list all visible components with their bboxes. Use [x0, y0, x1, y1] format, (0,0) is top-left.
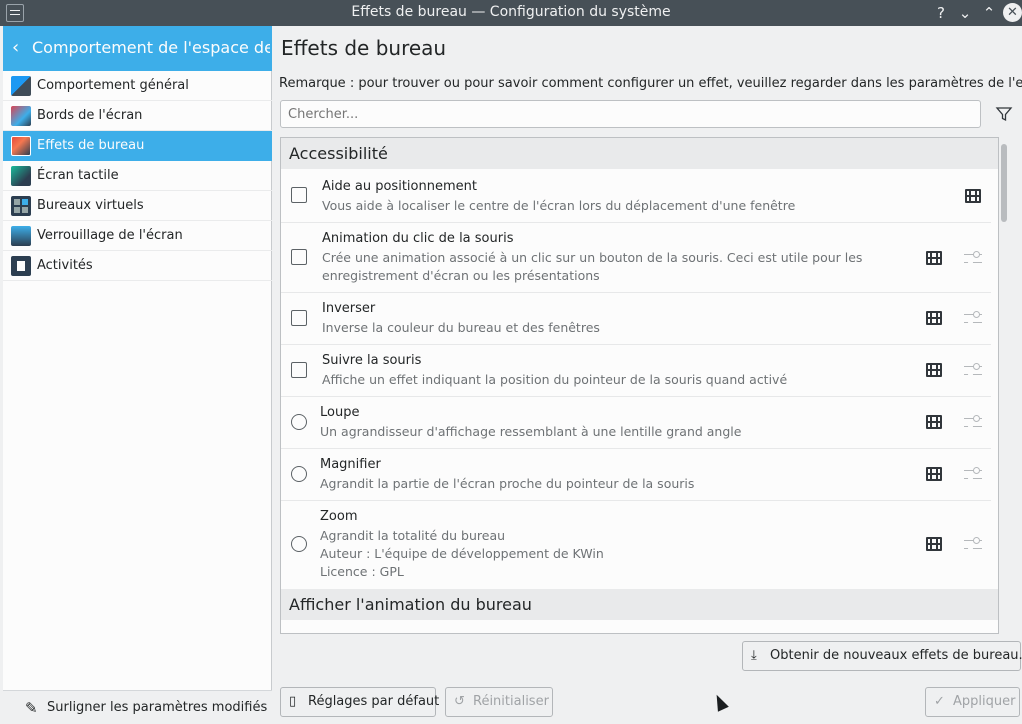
effect-name: Magnifier [320, 457, 381, 472]
effect-row-mouse-click-animation: Animation du clic de la souris Crée une … [281, 223, 991, 293]
sidebar-item-label: Bords de l'écran [37, 108, 143, 123]
chevron-left-icon[interactable]: ‹ [12, 37, 19, 58]
sidebar-item-label: Activités [37, 258, 93, 273]
configure-sliders-icon[interactable] [964, 536, 982, 552]
sidebar-item-screen-lock[interactable]: Verrouillage de l'écran [3, 221, 272, 251]
sidebar-item-label: Comportement général [37, 78, 189, 93]
effect-description: Affiche un effet indiquant la position d… [322, 372, 788, 387]
undo-icon: ↺ [454, 694, 465, 709]
effect-description: Un agrandisseur d'affichage ressemblant … [320, 424, 742, 439]
effect-row-track-mouse: Suivre la souris Affiche un effet indiqu… [281, 345, 991, 397]
effect-description: Crée une animation associé à un clic sur… [322, 250, 863, 283]
button-label: Obtenir de nouveaux effets de bureau... [770, 648, 1022, 663]
effect-radio[interactable] [291, 466, 307, 482]
effect-checkbox[interactable] [291, 187, 307, 203]
configure-sliders-icon[interactable] [964, 466, 982, 482]
section-header-desktop-animation: Afficher l'animation du bureau [281, 589, 998, 620]
document-icon: ▯ [289, 694, 297, 709]
sidebar-item-activities[interactable]: Activités [3, 251, 272, 281]
button-label: Réinitialiser [473, 694, 549, 709]
touch-screen-icon [11, 166, 31, 186]
effect-radio[interactable] [291, 536, 307, 552]
film-icon[interactable] [926, 537, 942, 551]
desktop-effects-icon [11, 136, 31, 156]
film-icon[interactable] [926, 311, 942, 325]
help-button[interactable]: ? [931, 3, 951, 23]
film-icon[interactable] [926, 251, 942, 265]
effect-checkbox[interactable] [291, 362, 307, 378]
reset-button[interactable]: ↺ Réinitialiser [445, 687, 553, 717]
highlight-changed-settings-button[interactable]: ✎ Surligner les paramètres modifiés [3, 690, 272, 724]
effect-checkbox[interactable] [291, 249, 307, 265]
filter-icon[interactable] [995, 105, 1013, 123]
title-bar: Effets de bureau — Configuration du syst… [0, 0, 1022, 26]
sidebar-item-virtual-desktops[interactable]: Bureaux virtuels [3, 191, 272, 221]
effect-name: Inverser [322, 301, 376, 316]
sidebar-header[interactable]: ‹ Comportement de l'espace de... [3, 26, 272, 71]
scrollbar-thumb[interactable] [1001, 144, 1007, 222]
effect-description: Vous aide à localiser le centre de l'écr… [322, 198, 796, 213]
section-title: Afficher l'animation du bureau [289, 595, 532, 614]
effect-row-positioning-aid: Aide au positionnement Vous aide à local… [281, 171, 991, 223]
effect-description: Inverse la couleur du bureau et des fenê… [322, 320, 600, 335]
effect-row-invert: Inverser Inverse la couleur du bureau et… [281, 293, 991, 345]
screen-edges-icon [11, 106, 31, 126]
sidebar-item-screen-edges[interactable]: Bords de l'écran [3, 101, 272, 131]
section-header-accessibility: Accessibilité [281, 138, 998, 169]
sidebar-list: Comportement général Bords de l'écran Ef… [3, 71, 272, 281]
checkmark-icon: ✓ [934, 694, 945, 709]
highlight-changed-settings-label: Surligner les paramètres modifiés [47, 700, 268, 715]
button-label: Appliquer [953, 694, 1016, 709]
configure-sliders-icon[interactable] [964, 414, 982, 430]
effect-checkbox[interactable] [291, 310, 307, 326]
download-icon: ⤓ [751, 648, 757, 663]
activities-icon [11, 256, 31, 276]
main-panel: Effets de bureau Remarque : pour trouver… [273, 26, 1022, 724]
maximize-button[interactable]: ⌃ [979, 3, 999, 23]
apply-button[interactable]: ✓ Appliquer [925, 687, 1020, 717]
configure-sliders-icon[interactable] [964, 250, 982, 266]
pencil-icon: ✎ [25, 699, 38, 717]
effect-name: Loupe [320, 405, 360, 420]
search-input[interactable] [280, 100, 981, 128]
film-icon[interactable] [926, 363, 942, 377]
page-title: Effets de bureau [281, 36, 447, 60]
effect-row-magnifying-lens: Loupe Un agrandisseur d'affichage ressem… [281, 397, 991, 449]
virtual-desktops-icon [11, 196, 31, 216]
sidebar-item-desktop-effects[interactable]: Effets de bureau [3, 131, 272, 161]
effect-description: Agrandit la partie de l'écran proche du … [320, 476, 695, 491]
effect-radio[interactable] [291, 414, 307, 430]
screen-lock-icon [11, 226, 31, 246]
sidebar-item-label: Bureaux virtuels [37, 198, 144, 213]
sidebar-header-title: Comportement de l'espace de... [32, 38, 270, 57]
general-behavior-icon [11, 76, 31, 96]
configure-sliders-icon[interactable] [964, 362, 982, 378]
sidebar-item-label: Verrouillage de l'écran [37, 228, 183, 243]
close-button[interactable]: ✕ [1003, 3, 1022, 22]
effects-list[interactable]: Accessibilité Aide au positionnement Vou… [280, 137, 999, 634]
effect-description: Agrandit la totalité du bureau Auteur : … [320, 528, 604, 579]
defaults-button[interactable]: ▯ Réglages par défaut [280, 687, 440, 717]
button-label: Réglages par défaut [308, 694, 440, 709]
effect-row-zoom: Zoom Agrandit la totalité du bureau Aute… [281, 501, 991, 589]
window-title: Effets de bureau — Configuration du syst… [351, 4, 671, 20]
effect-name: Aide au positionnement [322, 179, 477, 194]
film-icon[interactable] [965, 189, 981, 203]
sidebar-item-touch-screen[interactable]: Écran tactile [3, 161, 272, 191]
sidebar: ‹ Comportement de l'espace de... Comport… [3, 26, 272, 724]
effect-name: Animation du clic de la souris [322, 231, 514, 246]
remark-text: Remarque : pour trouver ou pour savoir c… [279, 76, 1022, 91]
configure-sliders-icon[interactable] [964, 310, 982, 326]
minimize-button[interactable]: ⌄ [955, 3, 975, 23]
sidebar-item-general-behavior[interactable]: Comportement général [3, 71, 272, 101]
get-new-effects-button[interactable]: ⤓ Obtenir de nouveaux effets de bureau... [742, 641, 1022, 671]
film-icon[interactable] [926, 415, 942, 429]
sidebar-item-label: Effets de bureau [37, 138, 145, 153]
effect-row-magnifier: Magnifier Agrandit la partie de l'écran … [281, 449, 991, 501]
section-title: Accessibilité [289, 144, 388, 163]
sidebar-item-label: Écran tactile [37, 168, 119, 183]
effect-name: Suivre la souris [322, 353, 422, 368]
effect-name: Zoom [320, 509, 358, 524]
film-icon[interactable] [926, 467, 942, 481]
